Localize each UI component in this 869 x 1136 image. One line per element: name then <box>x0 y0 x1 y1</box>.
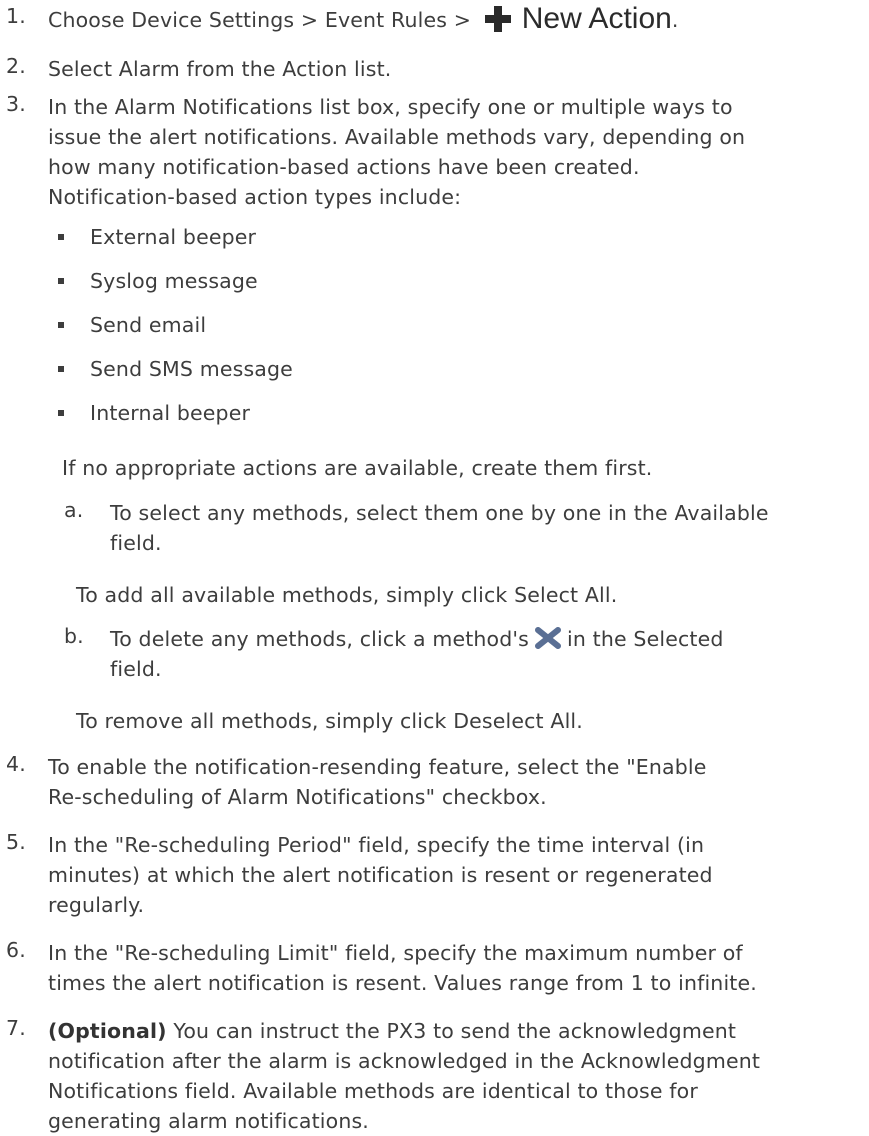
step-3-note: If no appropriate actions are available,… <box>62 456 653 480</box>
bullet-square-icon <box>58 366 64 372</box>
step-text-line: how many notification-based actions have… <box>48 155 640 179</box>
step-number: 1. <box>6 4 26 28</box>
step-text-line: Re-scheduling of Alarm Notifications" ch… <box>48 785 547 809</box>
step-number: 4. <box>6 752 26 776</box>
step-4: 4. To enable the notification-resending … <box>0 752 707 812</box>
substep-text: in the Selected <box>567 627 724 651</box>
substep-text: To delete any methods, click a method's <box>110 627 530 651</box>
substep-letter: b. <box>64 624 84 648</box>
substep-text-line: field. <box>110 657 162 681</box>
step-text-line: minutes) at which the alert notification… <box>48 863 713 887</box>
list-item: Internal beeper <box>48 398 745 428</box>
step-text-line: notification after the alarm is acknowle… <box>48 1049 761 1073</box>
step-text-line: Notifications field. Available methods a… <box>48 1079 698 1103</box>
delete-x-icon <box>535 627 562 649</box>
step-text: Select Alarm from the Action list. <box>48 57 392 81</box>
step-2: 2. Select Alarm from the Action list. <box>0 54 391 84</box>
step-number: 6. <box>6 938 26 962</box>
bullet-square-icon <box>58 278 64 284</box>
list-item: Send SMS message <box>48 354 745 384</box>
step-text-line: generating alarm notifications. <box>48 1109 369 1133</box>
step-number: 7. <box>6 1016 26 1040</box>
step-number: 5. <box>6 830 26 854</box>
list-item: Syslog message <box>48 266 745 296</box>
step-text: You can instruct the PX3 to send the ack… <box>173 1019 737 1043</box>
substep-a-note: To add all available methods, simply cli… <box>76 583 618 607</box>
step-text-line: To enable the notification-resending fea… <box>48 755 707 779</box>
step-5: 5. In the "Re-scheduling Period" field, … <box>0 830 713 920</box>
step-text-line: Notification-based action types include: <box>48 185 462 209</box>
step-6: 6. In the "Re-scheduling Limit" field, s… <box>0 938 757 998</box>
step-number: 3. <box>6 92 26 116</box>
action-type-list: External beeper Syslog message Send emai… <box>48 222 745 428</box>
substep-text-line: To select any methods, select them one b… <box>110 501 769 525</box>
step-text-line: regularly. <box>48 893 145 917</box>
bullet-square-icon <box>58 234 64 240</box>
step-7: 7. (Optional) You can instruct the PX3 t… <box>0 1016 760 1136</box>
substep-letter: a. <box>64 498 84 522</box>
step-1: 1. Choose Device Settings > Event Rules … <box>0 4 678 35</box>
plus-icon <box>484 6 511 32</box>
step-number: 2. <box>6 54 26 78</box>
step-text-line: issue the alert notifications. Available… <box>48 125 746 149</box>
step-text-line: In the "Re-scheduling Period" field, spe… <box>48 833 705 857</box>
substep-b-note: To remove all methods, simply click Dese… <box>76 709 583 733</box>
new-action-button[interactable]: New Action <box>484 4 672 34</box>
step-text-line: times the alert notification is resent. … <box>48 971 757 995</box>
optional-label: (Optional) <box>48 1019 167 1043</box>
step-text-line: In the "Re-scheduling Limit" field, spec… <box>48 941 743 965</box>
list-item: External beeper <box>48 222 745 252</box>
substep-b: b. To delete any methods, click a method… <box>62 624 724 684</box>
substep-text-line: field. <box>110 531 162 555</box>
step-3: 3. In the Alarm Notifications list box, … <box>0 92 745 442</box>
step-text-line: In the Alarm Notifications list box, spe… <box>48 95 733 119</box>
step-text: Choose Device Settings > Event Rules > <box>48 8 472 32</box>
bullet-square-icon <box>58 322 64 328</box>
list-item: Send email <box>48 310 745 340</box>
bullet-square-icon <box>58 410 64 416</box>
substep-a: a. To select any methods, select them on… <box>62 498 769 558</box>
trailing-period: . <box>671 8 679 32</box>
new-action-label: New Action <box>521 2 672 35</box>
